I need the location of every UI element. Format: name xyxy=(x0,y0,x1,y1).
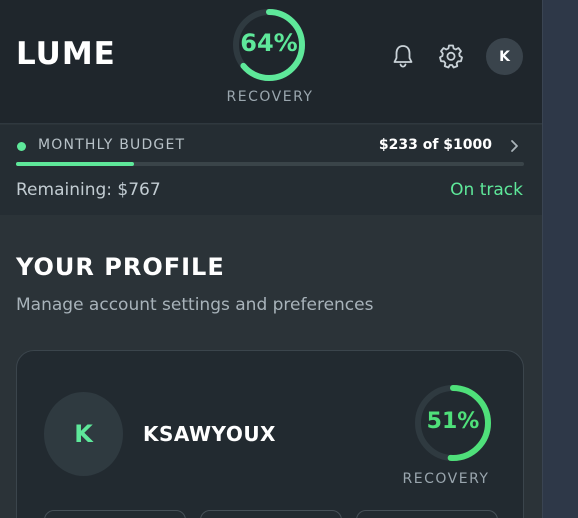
app-logo: LUME xyxy=(16,36,116,72)
budget-remaining: Remaining: $767 xyxy=(16,180,161,200)
header-recovery-percent: 64% xyxy=(240,29,298,57)
budget-amount: $233 of $1000 xyxy=(378,137,492,153)
top-header: LUME 64% RECOVERY K xyxy=(0,0,542,124)
profile-section-title: YOUR PROFILE xyxy=(16,253,225,281)
gear-icon xyxy=(439,44,463,69)
profile-avatar: K xyxy=(44,392,123,476)
budget-title: MONTHLY BUDGET xyxy=(38,137,186,153)
profile-username: KSAWYOUX xyxy=(143,422,276,446)
profile-action-button-3[interactable] xyxy=(356,510,498,518)
profile-section-subtitle: Manage account settings and preferences xyxy=(16,295,374,315)
side-panel-edge xyxy=(542,0,578,518)
profile-recovery-ring: 51% xyxy=(412,382,494,464)
settings-button[interactable] xyxy=(437,42,465,70)
notifications-button[interactable] xyxy=(389,42,417,70)
profile-recovery-label: RECOVERY xyxy=(402,471,490,487)
app-window: LUME 64% RECOVERY K MONTHLY BUDGET $233 … xyxy=(0,0,542,518)
profile-recovery-percent: 51% xyxy=(426,409,480,434)
bell-icon xyxy=(393,45,413,68)
chevron-right-icon xyxy=(511,140,518,152)
header-recovery-ring: 64% xyxy=(230,6,308,84)
budget-status-text: On track xyxy=(450,180,523,200)
budget-status-dot xyxy=(17,142,26,151)
profile-action-button-2[interactable] xyxy=(200,510,342,518)
budget-progress-fill xyxy=(16,162,135,166)
header-recovery-label: RECOVERY xyxy=(226,89,314,105)
budget-details-button[interactable] xyxy=(506,137,522,155)
user-avatar-button[interactable]: K xyxy=(486,38,523,75)
budget-progress-track xyxy=(16,162,524,166)
profile-action-button-1[interactable] xyxy=(44,510,186,518)
